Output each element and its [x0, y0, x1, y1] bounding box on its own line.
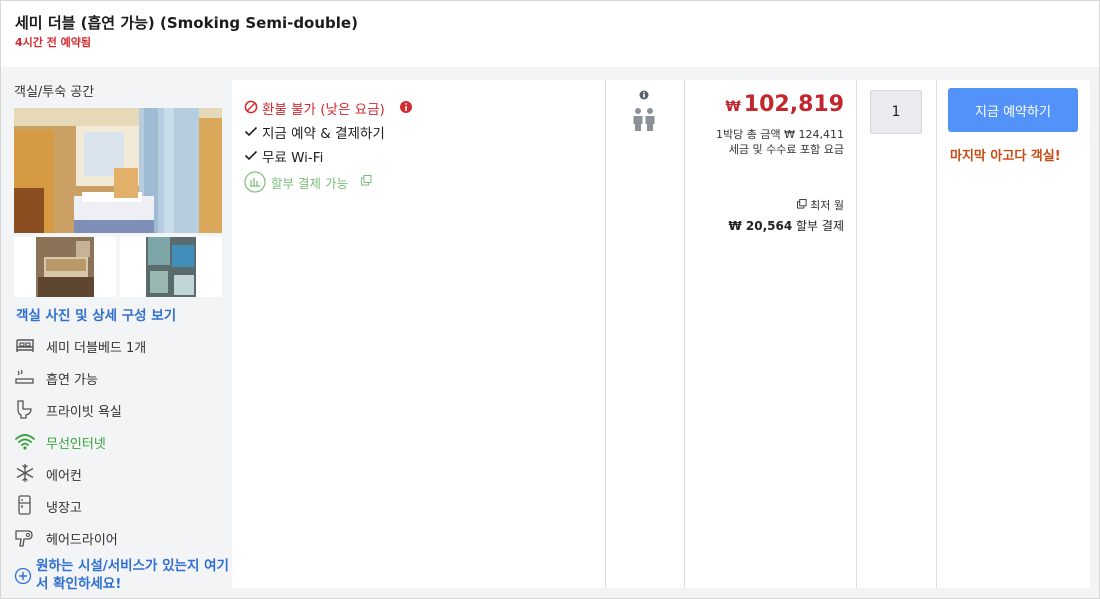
last-room-notice: 마지막 아고다 객실!: [950, 149, 1061, 164]
room-thumbnail-2[interactable]: [120, 237, 222, 297]
room-title: 세미 더블 (흡연 가능) (Smoking Semi-double): [15, 14, 358, 32]
section-title: 객실/투숙 공간: [14, 85, 95, 100]
room-photos-link[interactable]: 객실 사진 및 상세 구성 보기: [16, 304, 176, 324]
external-link-icon: [797, 199, 807, 209]
room-card: 세미 더블 (흡연 가능) (Smoking Semi-double) 4시간 …: [0, 0, 1100, 599]
lowest-label-text: 최저 월: [810, 199, 844, 212]
smoking-icon: [15, 369, 34, 384]
toilet-icon: [17, 400, 32, 419]
column-divider: [684, 80, 685, 588]
guests-icon: [633, 90, 655, 131]
amenity-refrigerator: 냉장고: [14, 494, 229, 518]
bed-icon: [16, 339, 34, 352]
external-link-icon: [361, 175, 372, 186]
amenity-air-conditioning: 에어컨: [14, 462, 229, 486]
amenity-label: 프라이빗 욕실: [46, 405, 122, 420]
column-divider: [936, 80, 937, 588]
room-thumbnail-1[interactable]: [14, 237, 116, 297]
amenity-hairdryer: 헤어드라이어: [14, 526, 229, 550]
lowest-monthly-label: 최저 월: [797, 197, 844, 213]
installment-label: 할부 결제 가능: [271, 176, 348, 191]
room-quantity-select[interactable]: 1: [870, 90, 922, 134]
no-entry-icon: [244, 100, 258, 114]
fridge-icon: [18, 495, 31, 515]
per-night-total: 1박당 총 금액 ₩ 124,411: [716, 128, 844, 141]
pay-now-label: 지금 예약 & 결제하기: [262, 126, 385, 142]
installment-icon: [244, 171, 266, 193]
room-main-photo[interactable]: [14, 108, 222, 233]
max-occupancy[interactable]: [632, 90, 656, 134]
monthly-installment: ₩ 20,564 할부 결제: [728, 217, 844, 234]
currency-symbol: ₩: [725, 99, 741, 115]
price-amount: 102,819: [743, 92, 844, 117]
info-icon[interactable]: [399, 100, 413, 114]
room-price: ₩102,819: [725, 92, 844, 117]
room-header: 세미 더블 (흡연 가능) (Smoking Semi-double) 4시간 …: [1, 1, 1099, 67]
amenity-label: 흡연 가능: [46, 373, 98, 388]
price-column: ₩102,819 1박당 총 금액 ₩ 124,411 세금 및 수수료 포함 …: [686, 80, 856, 588]
column-divider: [605, 80, 606, 588]
monthly-suffix: 할부 결제: [796, 219, 844, 233]
amenity-private-bathroom: 프라이빗 욕실: [14, 398, 229, 422]
column-divider: [856, 80, 857, 588]
amenity-inquiry-label: 원하는 시설/서비스가 있는지 여기서 확인하세요!: [36, 558, 229, 592]
tax-note: 세금 및 수수료 포함 요금: [728, 143, 844, 156]
book-now-button[interactable]: 지금 예약하기: [948, 88, 1078, 132]
amenity-smoking: 흡연 가능: [14, 366, 229, 390]
amenity-label: 헤어드라이어: [46, 533, 118, 548]
checkmark-icon: [244, 150, 258, 161]
amenity-bed: 세미 더블베드 1개: [14, 334, 229, 358]
room-info-column: 객실/투숙 공간 객실 사진 및 상세 구성 보기 세미 더블베드 1개 흡연 …: [1, 68, 231, 598]
amenity-wifi: 무선인터넷: [14, 430, 229, 454]
checkmark-icon: [244, 126, 258, 137]
amenity-label: 세미 더블베드 1개: [46, 341, 147, 356]
plus-circle-icon: [14, 567, 32, 585]
booked-note: 4시간 전 예약됨: [15, 36, 92, 49]
wifi-feature-label: 무료 Wi-Fi: [262, 150, 324, 166]
hairdryer-icon: [15, 530, 33, 547]
wifi-icon: [15, 434, 35, 450]
snowflake-icon: [16, 464, 34, 482]
amenity-label: 에어컨: [46, 469, 82, 484]
amenity-label: 무선인터넷: [46, 437, 106, 452]
amenity-label: 냉장고: [46, 501, 82, 516]
refund-policy-label: 환불 불가 (낮은 요금): [262, 102, 385, 118]
monthly-amount: ₩ 20,564: [728, 219, 793, 233]
rate-panel: 환불 불가 (낮은 요금) 지금 예약 & 결제하기 무료 Wi-Fi 할부 결…: [232, 80, 1090, 588]
